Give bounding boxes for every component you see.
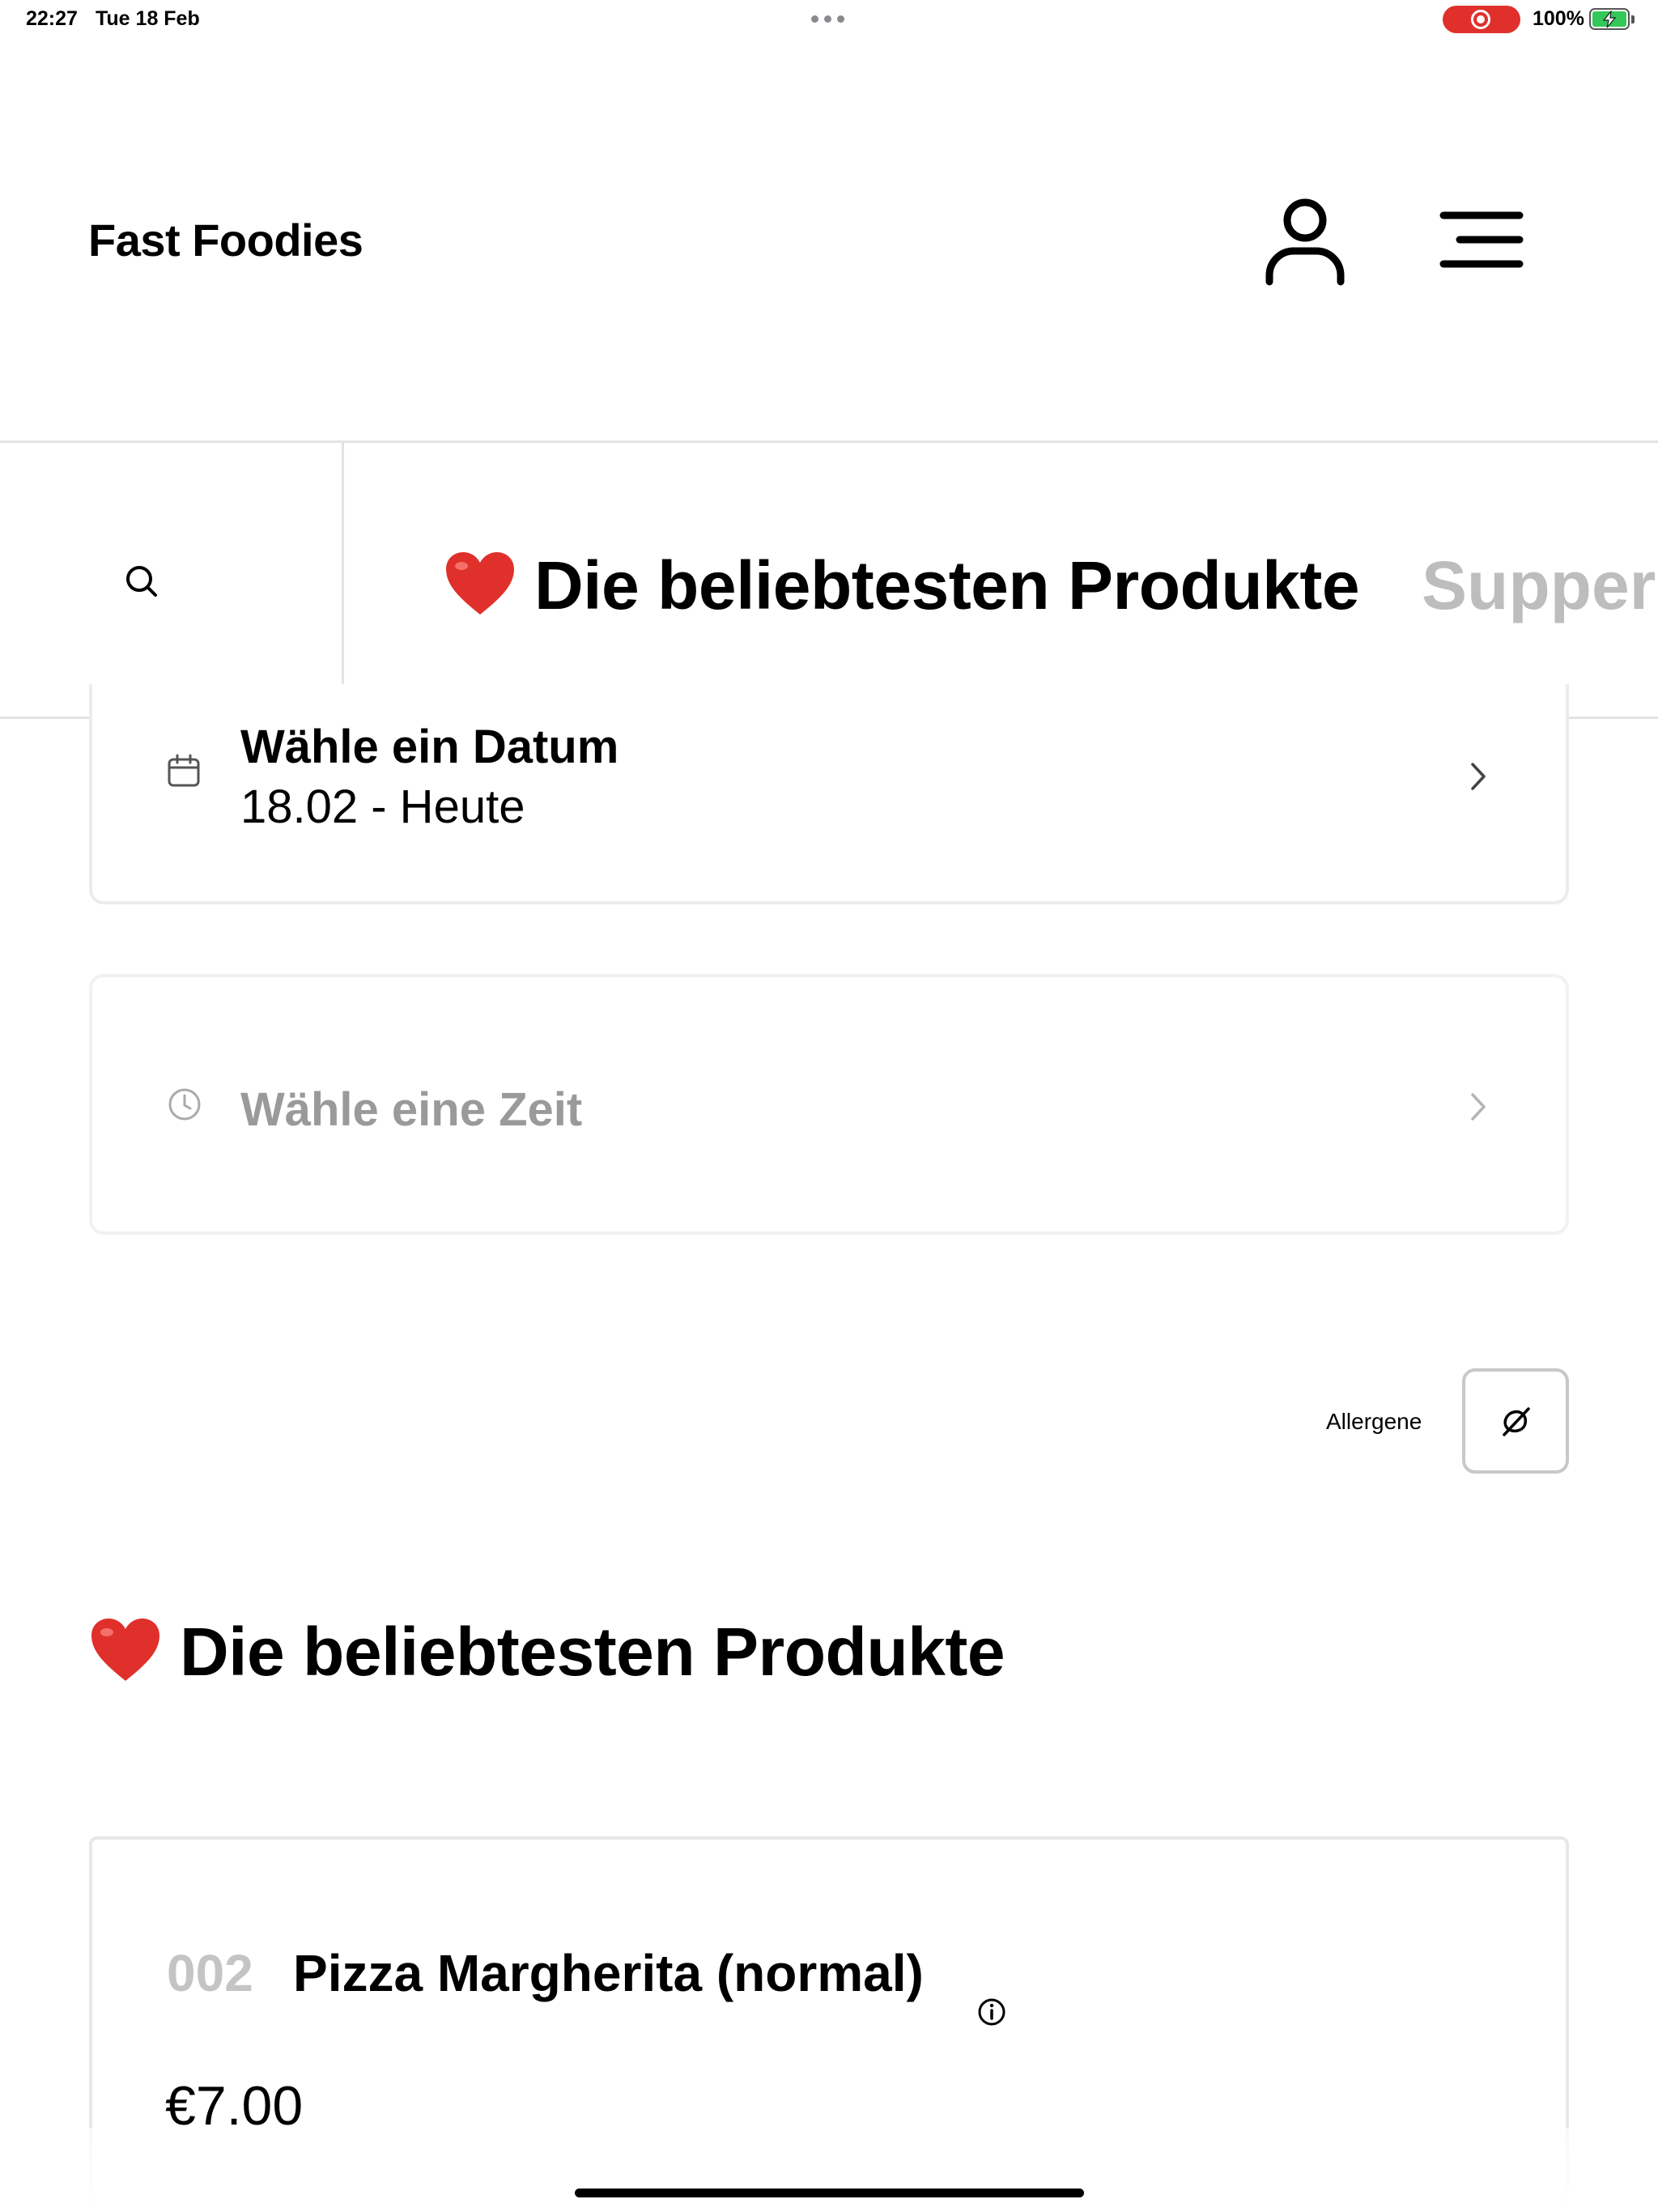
battery-percentage: 100% (1533, 7, 1584, 30)
allergen-filter-icon (1503, 1407, 1530, 1436)
product-name: Pizza Margherita (normal) (293, 1944, 924, 2002)
date-picker-label: Wähle ein Datum (240, 721, 619, 773)
category-tab-supper[interactable]: Supper (1422, 547, 1656, 625)
heart-emoji-icon (89, 1616, 162, 1688)
chevron-right-icon (1471, 1093, 1486, 1121)
allergens-label: Allergene (1326, 1409, 1422, 1434)
info-icon[interactable] (977, 1997, 1006, 2027)
time-picker-card[interactable]: Wähle eine Zeit (89, 974, 1569, 1235)
battery-tip (1631, 15, 1635, 23)
status-date: Tue 18 Feb (96, 7, 200, 30)
category-tab-popular[interactable]: Die beliebtesten Produkte (534, 547, 1360, 625)
heart-emoji-icon (444, 550, 517, 622)
time-picker-label: Wähle eine Zeit (240, 1083, 583, 1136)
date-picker-value: 18.02 - Heute (240, 781, 525, 833)
battery-charging-icon (1589, 8, 1630, 30)
screen-recording-icon[interactable] (1443, 6, 1520, 33)
status-bar: 22:27 Tue 18 Feb 100% (0, 0, 1658, 40)
search-icon (126, 566, 157, 597)
allergens-button[interactable] (1462, 1368, 1569, 1474)
person-icon[interactable] (1261, 191, 1349, 290)
calendar-icon (168, 754, 200, 787)
hamburger-menu-icon[interactable] (1439, 209, 1524, 270)
home-indicator[interactable] (575, 2189, 1084, 2197)
product-number: 002 (167, 1944, 253, 2002)
clock-icon (168, 1088, 201, 1121)
date-picker-card[interactable]: Wähle ein Datum 18.02 - Heute (89, 684, 1569, 904)
bottom-fade (0, 2128, 1658, 2212)
status-time: 22:27 (26, 7, 78, 30)
category-bar: Die beliebtesten Produkte Supper (0, 440, 1658, 719)
multitasking-dots-icon[interactable] (811, 15, 844, 23)
section-title: Die beliebtesten Produkte (180, 1614, 1005, 1690)
app-title[interactable]: Fast Foodies (88, 214, 363, 266)
chevron-right-icon (1471, 763, 1486, 790)
search-button[interactable] (0, 443, 344, 717)
